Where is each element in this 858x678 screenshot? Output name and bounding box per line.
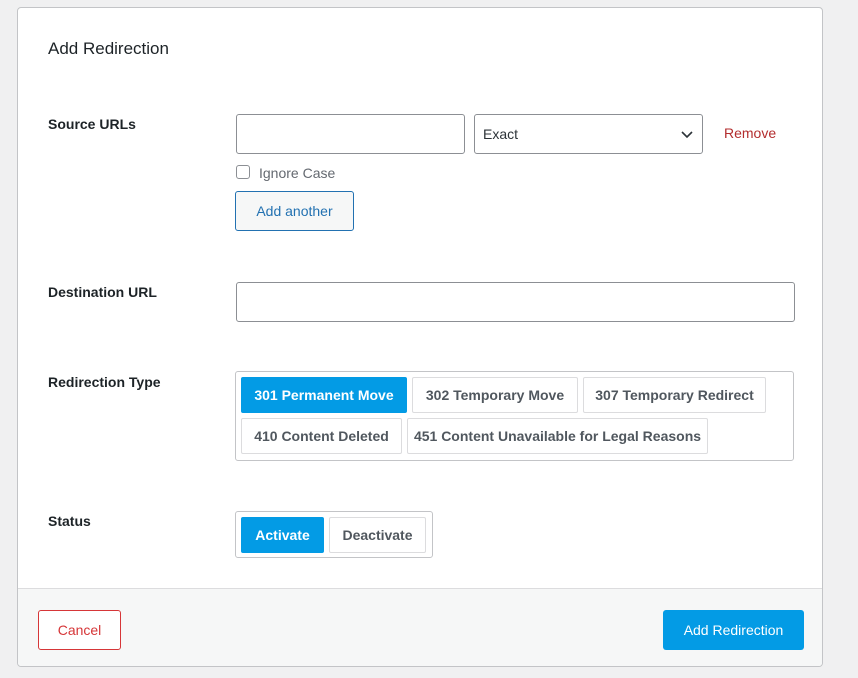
type-option-label: 302 Temporary Move <box>425 387 565 403</box>
destination-url-input[interactable] <box>236 282 795 322</box>
match-type-value: Exact <box>483 126 519 142</box>
add-redirection-label: Add Redirection <box>683 622 784 638</box>
status-group: Activate Deactivate <box>235 511 433 558</box>
type-option-label: 307 Temporary Redirect <box>595 387 754 403</box>
redirection-type-label: Redirection Type <box>48 374 161 390</box>
cancel-button[interactable]: Cancel <box>38 610 121 650</box>
type-option-302[interactable]: 302 Temporary Move <box>412 377 578 413</box>
source-urls-label: Source URLs <box>48 116 136 132</box>
form-footer: Cancel Add Redirection <box>18 588 822 666</box>
ignore-case-label: Ignore Case <box>259 165 336 181</box>
type-option-307[interactable]: 307 Temporary Redirect <box>583 377 766 413</box>
type-option-451[interactable]: 451 Content Unavailable for Legal Reason… <box>407 418 708 454</box>
type-option-label: 451 Content Unavailable for Legal Reason… <box>413 428 702 444</box>
ignore-case-checkbox[interactable] <box>236 165 250 179</box>
add-redirection-card: Add Redirection Source URLs Exact Remove… <box>17 7 823 667</box>
add-redirection-button[interactable]: Add Redirection <box>663 610 804 650</box>
type-option-301[interactable]: 301 Permanent Move <box>241 377 407 413</box>
destination-url-label: Destination URL <box>48 284 157 300</box>
add-another-label: Add another <box>256 203 333 219</box>
status-option-label: Activate <box>255 527 310 543</box>
type-option-410[interactable]: 410 Content Deleted <box>241 418 402 454</box>
add-another-button[interactable]: Add another <box>235 191 354 231</box>
cancel-label: Cancel <box>57 622 102 638</box>
chevron-down-icon <box>681 131 693 139</box>
type-option-label: 410 Content Deleted <box>254 428 389 444</box>
source-url-input[interactable] <box>236 114 465 154</box>
remove-link[interactable]: Remove <box>724 125 776 141</box>
status-deactivate-button[interactable]: Deactivate <box>329 517 426 553</box>
redirection-type-group: 301 Permanent Move 302 Temporary Move 30… <box>235 371 794 461</box>
match-type-select[interactable]: Exact <box>474 114 703 154</box>
type-option-label: 301 Permanent Move <box>254 387 394 403</box>
form-title: Add Redirection <box>48 39 169 58</box>
status-activate-button[interactable]: Activate <box>241 517 324 553</box>
status-option-label: Deactivate <box>342 527 413 543</box>
status-label: Status <box>48 513 91 529</box>
